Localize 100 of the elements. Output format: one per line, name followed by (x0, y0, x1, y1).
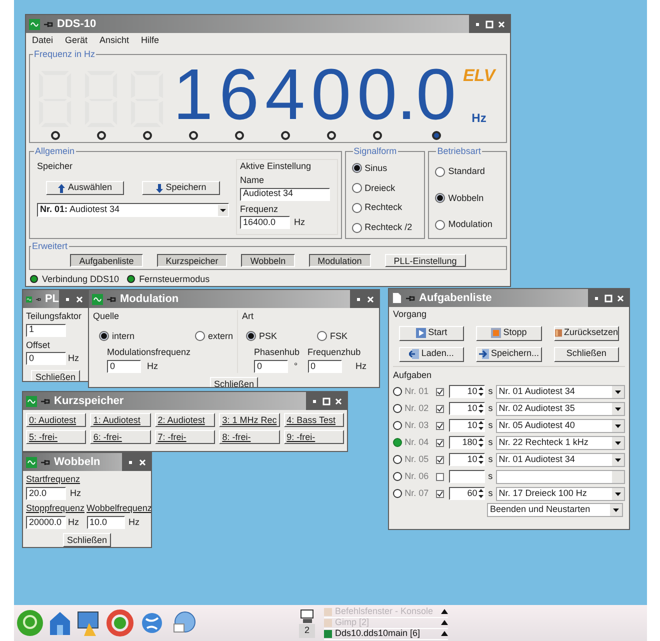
memory-slot-button[interactable]: 8: -frei- (219, 430, 280, 444)
close-icon[interactable] (366, 294, 375, 304)
close-icon[interactable] (334, 396, 343, 406)
toggle-button[interactable]: PLL-Einstellung (384, 254, 466, 266)
action-button[interactable]: Zurücksetzen (554, 326, 619, 340)
memory-dropdown[interactable]: Nr. 01: Audiotest 34 (37, 203, 229, 217)
maximize-icon[interactable] (485, 20, 494, 28)
task-dropdown[interactable]: Nr. 01 Audiotest 34 (496, 384, 625, 398)
task-dropdown[interactable]: Nr. 05 Audiotest 40 (496, 418, 625, 432)
maximize-icon[interactable] (604, 294, 613, 302)
radio-option[interactable]: Dreieck (352, 182, 418, 196)
task-checkbox[interactable] (436, 490, 444, 498)
radio-option[interactable]: extern (194, 330, 233, 343)
radio-option[interactable]: PSK (246, 330, 278, 343)
pin-icon[interactable] (107, 296, 116, 302)
task-dropdown[interactable]: Nr. 02 Audiotest 35 (496, 402, 625, 416)
close-icon[interactable] (138, 458, 147, 466)
task-radio[interactable] (393, 421, 402, 430)
action-button[interactable]: Stopp (476, 326, 542, 340)
seconds-spinner[interactable]: 60 (449, 487, 486, 500)
digit-indicator[interactable] (50, 131, 60, 140)
close-icon[interactable] (75, 294, 84, 304)
seconds-spinner[interactable]: 10 (449, 402, 486, 415)
task-checkbox[interactable] (436, 404, 444, 412)
task-radio[interactable] (393, 489, 402, 498)
pin-icon[interactable] (41, 398, 50, 404)
close-button[interactable]: Schließen (31, 370, 80, 381)
digit-indicator[interactable] (326, 131, 336, 140)
menu-item[interactable]: Hilfe (141, 34, 160, 47)
seconds-spinner[interactable]: 10 (449, 385, 486, 398)
digit-indicator[interactable] (280, 131, 290, 140)
close-icon[interactable] (616, 294, 625, 302)
task-dropdown[interactable]: Nr. 01 Audiotest 34 (496, 452, 625, 466)
task-checkbox[interactable] (436, 388, 444, 396)
input-field[interactable]: 20000.0 (26, 516, 66, 529)
computer-icon[interactable] (299, 608, 315, 624)
radio-option[interactable]: Rechteck /2 (352, 221, 418, 235)
save-button[interactable]: Speichern (142, 181, 220, 195)
task-checkbox[interactable] (436, 422, 444, 430)
task-radio[interactable] (393, 455, 402, 464)
task-radio[interactable] (393, 404, 402, 413)
task-radio[interactable] (393, 438, 402, 447)
input-field[interactable]: Audiotest 34 (240, 188, 330, 200)
end-action-dropdown[interactable]: Beenden und Neustarten (487, 503, 623, 517)
menu-item[interactable]: Datei (32, 34, 54, 47)
memory-slot-button[interactable]: 9: -frei- (284, 430, 344, 444)
seconds-spinner[interactable]: 10 (449, 453, 486, 466)
toggle-button[interactable]: Kurzspeicher (156, 254, 228, 266)
input-field[interactable]: 10.0 (86, 516, 125, 529)
memory-slot-button[interactable]: 3: 1 MHz Rec (219, 413, 280, 427)
input-field[interactable]: 0 (107, 360, 141, 373)
task-checkbox[interactable] (436, 472, 444, 480)
action-button[interactable]: Speichern... (476, 346, 542, 362)
radio-option[interactable]: FSK (317, 330, 348, 343)
digit-indicator[interactable] (188, 131, 198, 140)
pin-icon[interactable] (36, 296, 41, 302)
close-button[interactable]: Schließen (210, 377, 258, 387)
toggle-button[interactable]: Modulation (308, 254, 371, 266)
toggle-button[interactable]: Aufgabenliste (70, 254, 143, 266)
radio-option[interactable]: Rechteck (352, 201, 418, 215)
digit-indicator[interactable] (142, 131, 152, 140)
digit-indicator[interactable] (432, 131, 440, 140)
radio-option[interactable]: Sinus (352, 162, 418, 176)
task-radio[interactable] (393, 387, 402, 396)
desktop-number[interactable]: 2 (299, 624, 314, 638)
seconds-spinner[interactable]: 180 (449, 436, 486, 449)
digit-indicator[interactable] (234, 131, 244, 140)
seconds-spinner[interactable] (448, 470, 486, 483)
memory-slot-button[interactable]: 2: Audiotest (154, 413, 216, 427)
orb-icon[interactable] (16, 609, 44, 637)
memory-slot-button[interactable]: 7: -frei- (154, 430, 216, 444)
pin-icon[interactable] (41, 458, 50, 466)
close-button[interactable]: Schließen (62, 533, 112, 547)
input-field[interactable]: 16400.0 (240, 216, 290, 230)
memory-slot-button[interactable]: 6: -frei- (90, 430, 151, 444)
radio-option[interactable]: intern (99, 330, 135, 343)
pin-icon[interactable] (44, 20, 53, 28)
menu-item[interactable]: Ansicht (100, 34, 130, 47)
radio-option[interactable]: Standard (435, 165, 500, 178)
action-button[interactable]: Start (399, 326, 464, 340)
task-radio[interactable] (393, 472, 402, 481)
digit-indicator[interactable] (96, 131, 106, 140)
action-button[interactable]: Schließen (554, 346, 619, 362)
memory-slot-button[interactable]: 0: Audiotest (26, 413, 86, 427)
task-dropdown[interactable]: Nr. 22 Rechteck 1 kHz (496, 436, 625, 450)
house-icon[interactable] (48, 609, 72, 637)
task-button[interactable]: Dds10.dds10main [6] (324, 628, 448, 640)
memory-slot-button[interactable]: 5: -frei- (26, 430, 86, 444)
action-button[interactable]: Laden... (399, 346, 464, 362)
input-field[interactable]: 0 (254, 360, 288, 373)
input-field[interactable]: 0 (308, 360, 342, 373)
seconds-spinner[interactable]: 10 (449, 419, 486, 432)
task-checkbox[interactable] (436, 438, 444, 446)
memory-slot-button[interactable]: 1: Audiotest (90, 413, 151, 427)
digit-indicator[interactable] (372, 131, 382, 140)
task-dropdown[interactable]: Nr. 17 Dreieck 100 Hz (496, 486, 625, 500)
memory-slot-button[interactable]: 4: Bass Test (284, 413, 344, 427)
select-button[interactable]: Auswählen (46, 181, 124, 195)
radio-option[interactable]: Wobbeln (435, 192, 500, 205)
close-icon[interactable] (497, 20, 506, 28)
